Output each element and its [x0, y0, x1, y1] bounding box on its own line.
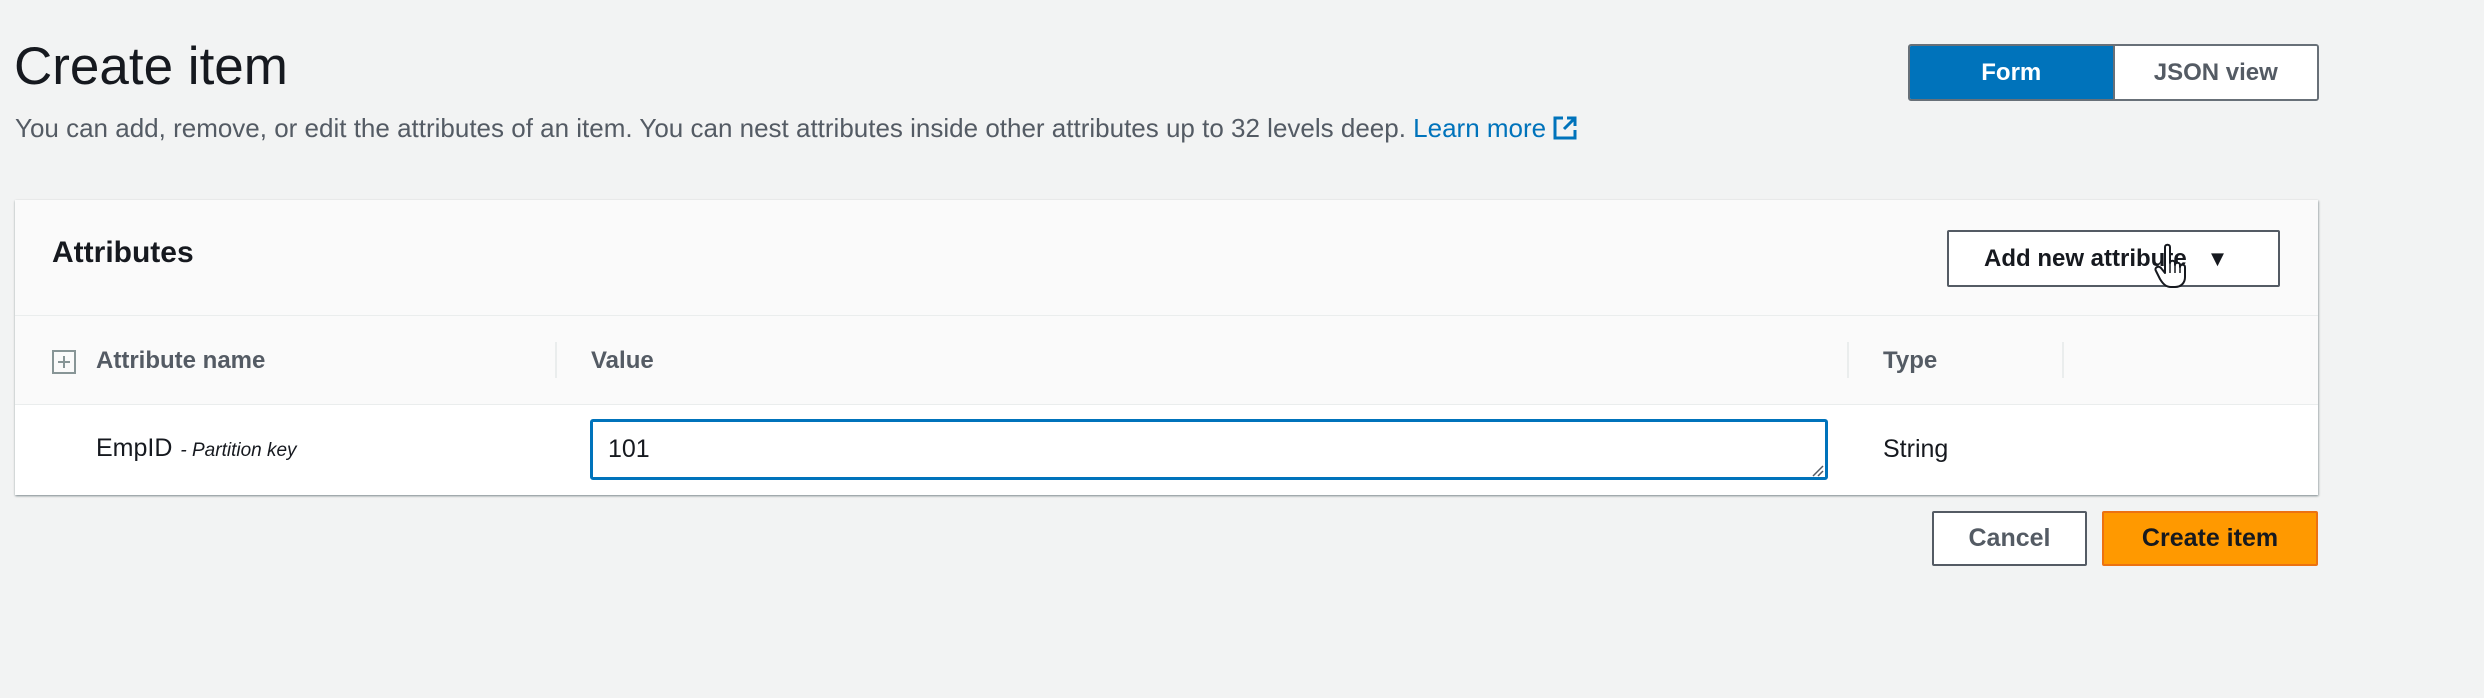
expand-all-icon[interactable]: [52, 350, 76, 374]
external-link-icon[interactable]: [1552, 115, 1578, 141]
resize-handle-icon[interactable]: [1810, 463, 1824, 477]
attribute-type-cell: String: [1883, 435, 1949, 463]
add-new-attribute-label[interactable]: Add new attribute: [1984, 245, 2187, 273]
column-header-type: Type: [1883, 346, 1938, 374]
column-header-attribute-name: Attribute name: [96, 346, 266, 374]
attribute-name: EmpID: [96, 434, 173, 462]
create-item-button[interactable]: Create item: [2102, 511, 2318, 566]
column-divider: [555, 342, 557, 378]
description-text: You can add, remove, or edit the attribu…: [15, 113, 1406, 143]
table-row: EmpID - Partition key 101 String: [15, 405, 2318, 495]
column-divider: [2062, 342, 2064, 378]
attribute-value-input[interactable]: 101: [590, 419, 1828, 480]
add-new-attribute-button[interactable]: Add new attribute ▼: [1947, 230, 2280, 287]
table-header-row: Attribute name Value Type: [15, 316, 2318, 405]
column-header-value: Value: [591, 346, 654, 374]
caret-down-icon[interactable]: ▼: [2207, 246, 2229, 272]
attribute-name-cell: EmpID - Partition key: [96, 434, 297, 463]
learn-more-link[interactable]: Learn more: [1413, 113, 1578, 143]
attributes-panel: Attributes Add new attribute ▼ Attribute…: [15, 200, 2318, 495]
form-view-button[interactable]: Form: [1910, 46, 2113, 99]
json-view-button[interactable]: JSON view: [2112, 46, 2317, 99]
view-toggle: Form JSON view: [1908, 44, 2319, 101]
column-divider: [1847, 342, 1849, 378]
partition-key-label: - Partition key: [180, 440, 297, 461]
page-description: You can add, remove, or edit the attribu…: [15, 110, 1578, 146]
attributes-title: Attributes: [52, 236, 194, 269]
attributes-panel-header: Attributes Add new attribute ▼: [15, 200, 2318, 316]
cancel-button[interactable]: Cancel: [1932, 511, 2087, 566]
page-title: Create item: [14, 37, 288, 96]
learn-more-label[interactable]: Learn more: [1413, 113, 1546, 143]
